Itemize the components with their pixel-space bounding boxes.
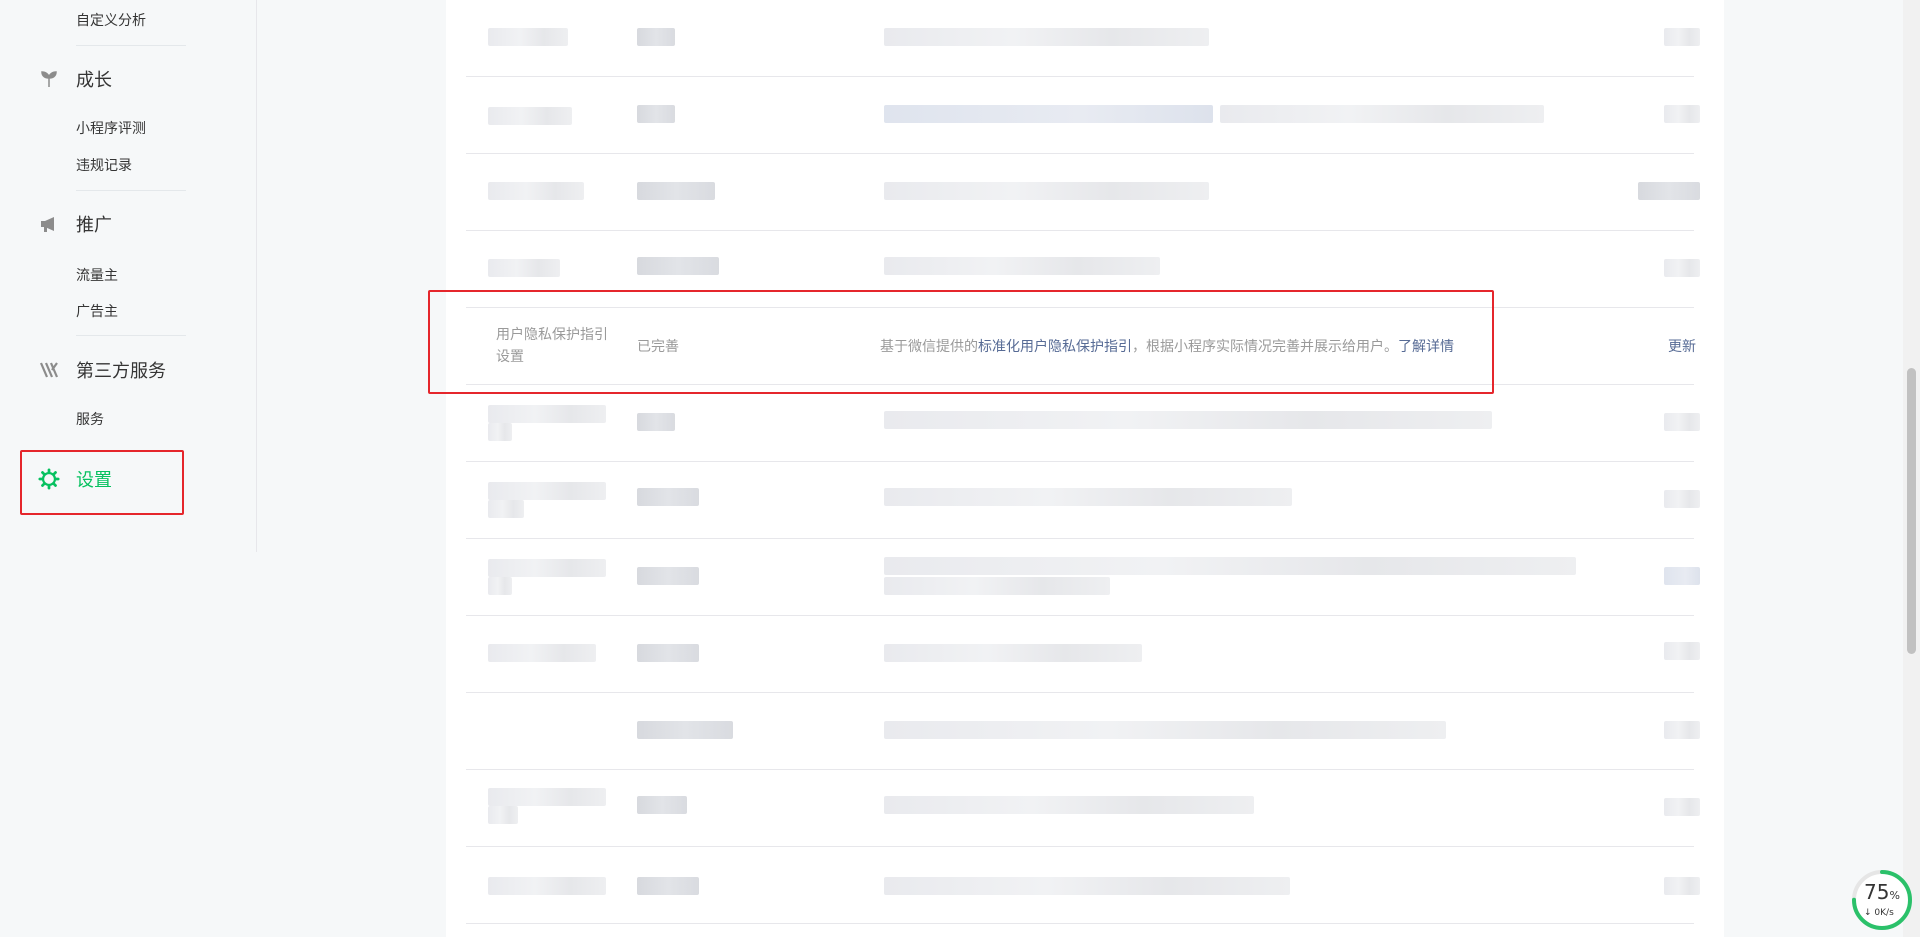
page-scrollbar[interactable] xyxy=(1903,0,1920,937)
sidebar-category-label: 第三方服务 xyxy=(76,361,166,382)
sidebar-item-evaluation[interactable]: 小程序评测 xyxy=(76,118,146,138)
speed-percent: 75% xyxy=(1864,880,1900,904)
table-row xyxy=(466,154,1700,231)
down-arrow-icon: ↓ xyxy=(1864,908,1872,918)
sidebar-divider xyxy=(76,45,186,46)
sidebar-divider xyxy=(76,190,186,191)
settings-panel: 用户隐私保护指引设置 已完善 基于微信提供的标准化用户隐私保护指引，根据小程序实… xyxy=(446,0,1724,937)
table-row xyxy=(466,0,1700,77)
settings-highlight-box xyxy=(20,450,184,515)
download-rate: ↓ 0K/s xyxy=(1864,908,1894,918)
table-row xyxy=(466,77,1700,154)
sidebar-category-label: 成长 xyxy=(76,70,112,91)
sidebar-category-third-party[interactable]: 第三方服务 xyxy=(38,355,166,385)
megaphone-icon xyxy=(38,213,60,235)
update-button[interactable]: 更新 xyxy=(1668,336,1696,356)
sidebar-divider xyxy=(76,335,186,336)
table-row xyxy=(466,616,1700,693)
sidebar-item-advertiser[interactable]: 广告主 xyxy=(76,301,118,321)
table-row xyxy=(466,770,1700,847)
privacy-row-highlight-box xyxy=(428,290,1494,394)
third-party-icon xyxy=(38,359,60,381)
table-row xyxy=(466,539,1700,616)
sidebar-item-services[interactable]: 服务 xyxy=(76,409,104,429)
table-row xyxy=(466,847,1700,924)
sidebar-item-traffic-owner[interactable]: 流量主 xyxy=(76,265,118,285)
sidebar-category-label: 推广 xyxy=(76,215,112,236)
sidebar-item-violations[interactable]: 违规记录 xyxy=(76,155,132,175)
sidebar-item-custom-analysis[interactable]: 自定义分析 xyxy=(76,10,146,30)
table-row xyxy=(466,462,1700,539)
network-speed-widget[interactable]: 75% ↓ 0K/s xyxy=(1850,868,1914,932)
table-row xyxy=(466,693,1700,770)
sidebar-category-growth[interactable]: 成长 xyxy=(38,64,112,94)
table-row xyxy=(466,385,1700,462)
scrollbar-thumb[interactable] xyxy=(1907,368,1916,654)
sidebar-category-promotion[interactable]: 推广 xyxy=(38,209,112,239)
sprout-icon xyxy=(38,68,60,90)
